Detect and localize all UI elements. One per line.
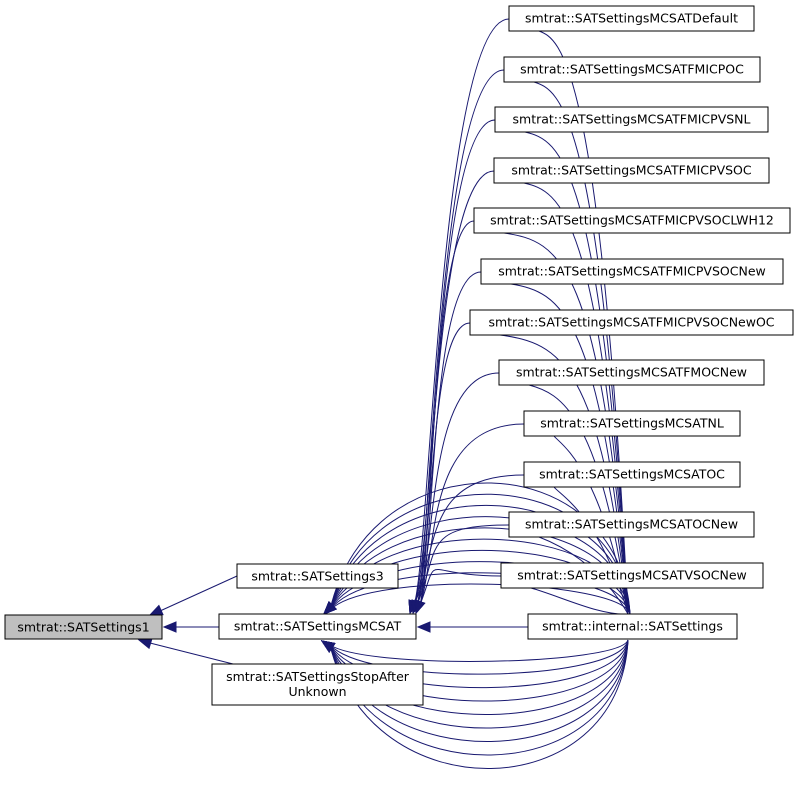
node-mcsat-nl[interactable]: smtrat::SATSettingsMCSATNL [523, 410, 741, 437]
edge-sat3-to-sat1 [148, 575, 238, 616]
node-mcsat-fmicpvsnl[interactable]: smtrat::SATSettingsMCSATFMICPVSNL [494, 106, 769, 133]
node-label: smtrat::SATSettings3 [251, 569, 383, 584]
node-sat-settings-3[interactable]: smtrat::SATSettings3 [236, 563, 399, 589]
node-label: smtrat::internal::SATSettings [542, 619, 723, 634]
node-label: smtrat::SATSettingsMCSAT [234, 619, 402, 634]
edge-stopafter-to-sat1-line [149, 642, 238, 666]
edge-mcsat-to-sat1-arrowhead [162, 621, 177, 633]
edge-internal-loop-above-10 [323, 583, 631, 615]
node-label: smtrat::SATSettingsMCSATFMICPVSOC [511, 163, 752, 178]
edge-fmicpoc-to-mcsat [411, 69, 505, 615]
edge-fmicpoc-to-mcsat-line [416, 69, 505, 606]
node-label: smtrat::SATSettingsMCSATFMICPOC [520, 62, 744, 77]
edge-fmicpvsnl-to-mcsat-line [419, 119, 496, 606]
node-mcsat-default[interactable]: smtrat::SATSettingsMCSATDefault [508, 5, 755, 32]
node-sat-settings-mcsat[interactable]: smtrat::SATSettingsMCSAT [218, 613, 417, 640]
node-mcsat-fmicpvsocnew[interactable]: smtrat::SATSettingsMCSATFMICPVSOCNew [480, 258, 784, 285]
edge-internal-to-mcsat [416, 621, 528, 633]
edge-internal-strand-fmicpvsoc [523, 182, 629, 615]
node-label: smtrat::SATSettingsMCSATFMICPVSOCNewOC [488, 315, 774, 330]
edge-mcsat-to-sat1 [162, 621, 219, 633]
node-label: smtrat::SATSettingsMCSATOCNew [525, 517, 738, 532]
edge-sat3-to-sat1-arrowhead [148, 604, 164, 616]
node-label: smtrat::SATSettingsMCSATFMICPVSOCNew [498, 264, 766, 279]
node-mcsat-fmicpvsocnewoc[interactable]: smtrat::SATSettingsMCSATFMICPVSOCNewOC [469, 309, 794, 336]
node-label: smtrat::SATSettingsMCSATDefault [525, 11, 738, 26]
node-label: smtrat::SATSettingsMCSATOC [539, 467, 725, 482]
edge-stopafter-to-sat1-arrowhead [137, 638, 153, 650]
edge-vsocnew-to-mcsat-arrowhead [414, 599, 426, 615]
node-label: smtrat::SATSettings1 [17, 620, 149, 635]
inheritance-graph: smtrat::SATSettings1 smtrat::SATSettings… [4, 5, 794, 769]
edge-internal-loop-above-10-line [329, 583, 631, 615]
node-mcsat-fmicpoc[interactable]: smtrat::SATSettingsMCSATFMICPOC [503, 56, 761, 83]
node-label: smtrat::SATSettingsMCSATNL [540, 416, 724, 431]
node-mcsat-vsocnew[interactable]: smtrat::SATSettingsMCSATVSOCNew [500, 562, 764, 589]
node-mcsat-fmocnew[interactable]: smtrat::SATSettingsMCSATFMOCNew [498, 359, 765, 386]
edge-internal-loop-above-1 [323, 482, 631, 615]
node-label: smtrat::SATSettingsMCSATFMICPVSNL [513, 112, 751, 127]
node-label: smtrat::SATSettingsMCSATVSOCNew [517, 568, 747, 583]
node-internal-sat-settings[interactable]: smtrat::internal::SATSettings [527, 613, 738, 640]
node-label: smtrat::SATSettingsMCSATFMOCNew [516, 365, 747, 380]
node-sat-settings-1[interactable]: smtrat::SATSettings1 [4, 614, 163, 640]
edge-internal-loop-below-1 [320, 639, 629, 662]
edge-sat3-to-sat1-line [159, 575, 238, 612]
node-label: smtrat::SATSettingsMCSATFMICPVSOCLWH12 [490, 213, 774, 228]
node-mcsat-oc[interactable]: smtrat::SATSettingsMCSATOC [523, 461, 741, 488]
edge-internal-loop-below-1-line [329, 639, 629, 662]
node-mcsat-fmicpvsoclwh12[interactable]: smtrat::SATSettingsMCSATFMICPVSOCLWH12 [473, 207, 791, 234]
edge-stopafter-to-sat1 [137, 638, 238, 666]
edge-vsocnew-to-mcsat [414, 569, 502, 615]
node-mcsat-ocnew[interactable]: smtrat::SATSettingsMCSATOCNew [508, 511, 755, 538]
node-label-line2: Unknown [288, 684, 346, 699]
node-sat-settings-stop-after-unknown[interactable]: smtrat::SATSettingsStopAfter Unknown [211, 663, 424, 706]
edge-internal-to-mcsat-arrowhead [416, 621, 431, 633]
node-label-line1: smtrat::SATSettingsStopAfter [226, 669, 410, 684]
node-mcsat-fmicpvsoc[interactable]: smtrat::SATSettingsMCSATFMICPVSOC [493, 157, 770, 184]
